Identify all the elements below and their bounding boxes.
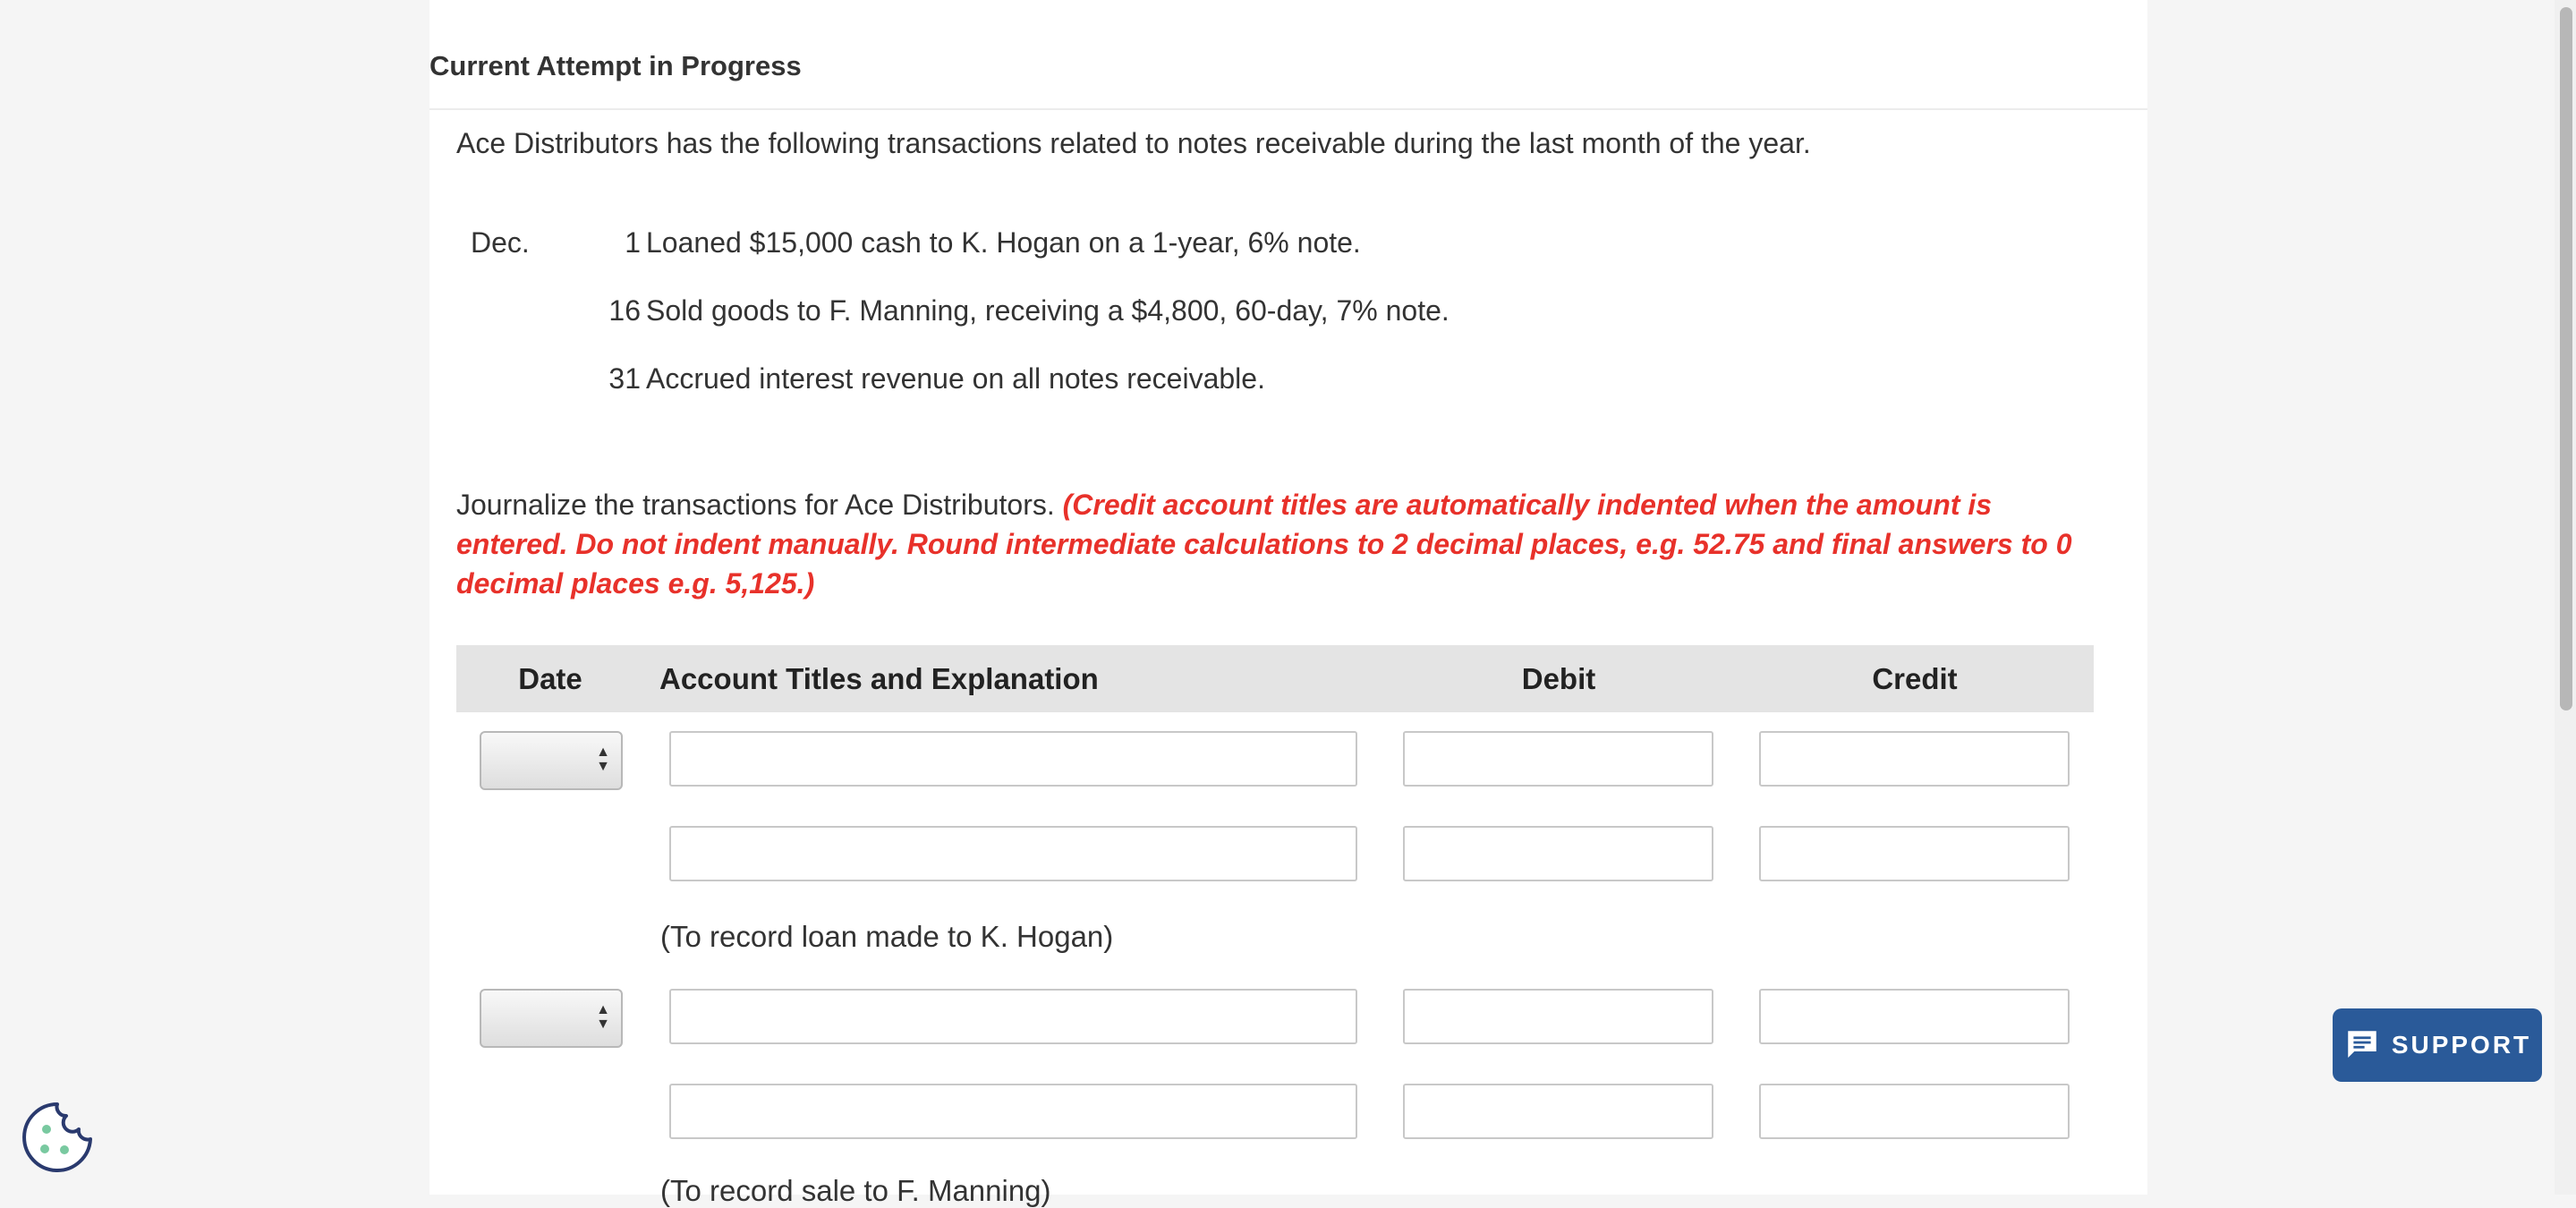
credit-input[interactable] — [1759, 989, 2070, 1044]
journal-table-header: Date Account Titles and Explanation Debi… — [456, 645, 2094, 712]
support-label: SUPPORT — [2391, 1031, 2532, 1059]
transaction-day: 16 — [608, 294, 641, 327]
select-arrows-icon: ▲ ▼ — [596, 744, 610, 774]
scrollbar-thumb[interactable] — [2560, 7, 2572, 710]
credit-input[interactable] — [1759, 731, 2070, 787]
account-column-header: Account Titles and Explanation — [659, 662, 1099, 695]
date-select[interactable]: ▲ ▼ — [480, 731, 623, 790]
transaction-description: Sold goods to F. Manning, receiving a $4… — [646, 294, 1450, 327]
transaction-description: Loaned $15,000 cash to K. Hogan on a 1-y… — [646, 226, 1361, 259]
account-title-input[interactable] — [669, 731, 1357, 787]
credit-input[interactable] — [1759, 1084, 2070, 1139]
debit-input[interactable] — [1403, 731, 1713, 787]
credit-input[interactable] — [1759, 826, 2070, 881]
debit-input[interactable] — [1403, 1084, 1713, 1139]
cookie-icon — [22, 1102, 92, 1172]
date-select[interactable]: ▲ ▼ — [480, 989, 623, 1048]
transaction-day: 1 — [625, 226, 641, 259]
debit-column-header: Debit — [1521, 662, 1596, 695]
account-title-input[interactable] — [669, 1084, 1357, 1139]
transaction-day: 31 — [608, 362, 641, 395]
scrollbar[interactable] — [2555, 0, 2576, 1195]
page-title: Current Attempt in Progress — [429, 50, 802, 81]
cookie-settings-button[interactable] — [20, 1100, 95, 1175]
problem-intro: Ace Distributors has the following trans… — [456, 127, 1811, 159]
transaction-month: Dec. — [471, 226, 530, 259]
date-column-header: Date — [518, 662, 582, 695]
select-arrows-icon: ▲ ▼ — [596, 1002, 610, 1032]
entry-explanation: (To record sale to F. Manning) — [660, 1174, 1051, 1207]
transaction-description: Accrued interest revenue on all notes re… — [646, 362, 1265, 395]
credit-column-header: Credit — [1872, 662, 1958, 695]
debit-input[interactable] — [1403, 826, 1713, 881]
question-panel: Current Attempt in Progress Ace Distribu… — [429, 0, 2147, 1207]
account-title-input[interactable] — [669, 989, 1357, 1044]
divider — [429, 108, 2147, 110]
support-button[interactable]: SUPPORT — [2333, 1008, 2542, 1082]
chat-icon — [2348, 1031, 2376, 1058]
instructions: Journalize the transactions for Ace Dist… — [456, 485, 2103, 603]
account-title-input[interactable] — [669, 826, 1357, 881]
debit-input[interactable] — [1403, 989, 1713, 1044]
instructions-text: Journalize the transactions for Ace Dist… — [456, 489, 1063, 521]
entry-explanation: (To record loan made to K. Hogan) — [660, 920, 1114, 953]
